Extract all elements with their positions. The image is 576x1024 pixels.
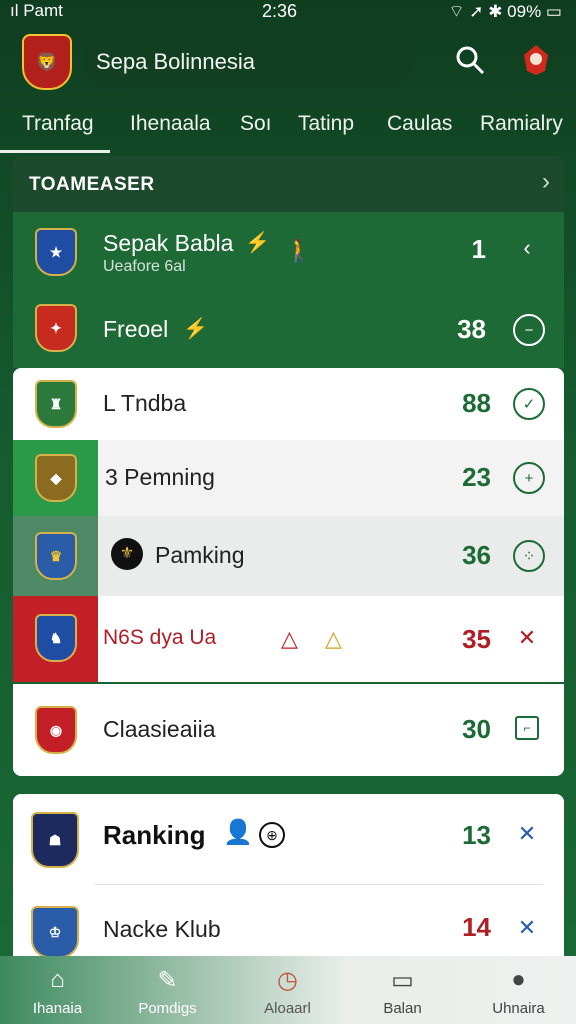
row-value: 88	[462, 388, 491, 418]
club-name: Pamking	[155, 542, 245, 568]
home-icon: ⌂	[50, 966, 65, 993]
nav-profile[interactable]: ● Uhnaira	[461, 956, 576, 1024]
club-name: N6S dya Ua	[103, 626, 217, 649]
nav-home[interactable]: ⌂ Ihanaia	[0, 956, 115, 1024]
search-bar[interactable]: Sepa Bolinnesia	[84, 36, 414, 88]
club-name: Freoel	[103, 316, 169, 342]
warning-icon: △	[325, 626, 342, 651]
club-crest-icon: ♞	[35, 614, 77, 662]
cross-icon[interactable]: ✕	[513, 914, 541, 942]
club-crest-icon: ♜	[35, 380, 77, 428]
nav-timer[interactable]: ◷ Aloaarl	[230, 956, 345, 1024]
row-value: 13	[462, 820, 491, 850]
nav-label: Pomdigs	[138, 1000, 197, 1017]
row-value: 1	[471, 234, 486, 264]
dots-circle-icon[interactable]: ⁘	[513, 540, 545, 572]
row-value: 30	[462, 714, 491, 744]
list-item[interactable]: ♞ N6S dya Ua △ △ 35 ✕	[13, 596, 564, 682]
lion-crest-icon[interactable]: 🦁	[22, 34, 72, 90]
chevron-right-icon[interactable]: ›	[542, 168, 550, 196]
battery-text: 09%	[507, 2, 542, 21]
bolt-icon: ⚡	[245, 232, 270, 254]
search-icon[interactable]	[448, 38, 492, 82]
club-name: Ranking	[103, 820, 206, 850]
cross-icon[interactable]: ✕	[513, 820, 541, 848]
nav-message[interactable]: ▭ Balan	[345, 956, 460, 1024]
profile-icon: ●	[511, 966, 526, 993]
club-name: L Tndba	[103, 390, 187, 416]
club-crest-icon: ♔	[31, 906, 79, 958]
list-item[interactable]: ★ Sepak Babla Ueafore 6al ⚡ 🚶 1 ‹	[13, 212, 564, 290]
row-value: 36	[462, 540, 491, 570]
row-value: 23	[462, 462, 491, 492]
club-name: 3 Pemning	[105, 464, 215, 490]
card: ☗ Ranking 👤 ⊕ 13 ✕ ♔ Nacke Klub 14 ✕	[13, 794, 564, 958]
bolt-icon: ⚡	[183, 318, 208, 340]
mascot-icon[interactable]	[514, 38, 558, 82]
nav-edit[interactable]: ✎ Pomdigs	[110, 956, 225, 1024]
tab-bar: Tranfag Ihenaala Soı Tatinp Caulas Ramia…	[0, 108, 576, 152]
nav-label: Uhnaira	[492, 1000, 545, 1017]
tab-2[interactable]: Ihenaala	[130, 112, 211, 136]
club-name: Sepak Babla	[103, 230, 234, 256]
row-value: 35	[462, 624, 491, 654]
tab-6[interactable]: Ramialry	[480, 112, 563, 136]
status-bar: ıl Pamt 2:36 ⌔ ➚ ✱ 09% ▭	[0, 0, 576, 24]
club-crest-icon: ✦	[35, 304, 77, 352]
divider	[95, 884, 543, 885]
check-circle-icon[interactable]: ✓	[513, 388, 545, 420]
timer-icon: ◷	[277, 967, 298, 994]
club-crest-icon: ◉	[35, 706, 77, 754]
list-item[interactable]: ✦ Freoel ⚡ 38 −	[13, 290, 564, 368]
square-icon[interactable]: ⌐	[515, 716, 539, 740]
nav-label: Ihanaia	[32, 1000, 83, 1017]
battery-indicator: ⌔ ➚ ✱ 09% ▭	[448, 2, 562, 21]
tab-1[interactable]: Tranfag	[22, 112, 94, 136]
signal-carrier: ıl Pamt	[10, 1, 63, 20]
ball-icon: ⊕	[259, 822, 285, 848]
player-icon: 🚶	[285, 238, 313, 263]
warning-icon: △	[281, 626, 298, 651]
player-avatar-icon: 👤	[223, 819, 253, 846]
list-item[interactable]: ◆ 3 Pemning 23 +	[13, 440, 564, 516]
list-item[interactable]: ♛ ⚜ Pamking 36 ⁘	[13, 516, 564, 596]
message-icon: ▭	[391, 967, 414, 994]
tab-3[interactable]: Soı	[240, 112, 272, 136]
club-crest-icon: ☗	[31, 812, 79, 868]
club-crest-icon: ★	[35, 228, 77, 276]
clock: 2:36	[262, 1, 298, 21]
club-name: Claasieaiia	[103, 716, 216, 742]
section-title: TOAMEASER	[29, 174, 155, 195]
back-arrow-icon[interactable]: ‹	[513, 234, 541, 262]
club-crest-icon: ♛	[35, 532, 77, 580]
bottom-navigation: ⌂ Ihanaia ✎ Pomdigs ◷ Aloaarl ▭ Balan ● …	[0, 956, 576, 1024]
nav-label: Aloaarl	[264, 1000, 311, 1017]
club-crest-icon: ◆	[35, 454, 77, 502]
club-logo-icon: ⚜	[111, 538, 143, 570]
nav-label: Balan	[383, 1000, 422, 1017]
section-header[interactable]: TOAMEASER ›	[13, 156, 564, 212]
edit-box-icon: ✎	[157, 967, 178, 994]
list-item[interactable]: ♜ L Tndba 88 ✓	[13, 368, 564, 440]
cross-icon[interactable]: ✕	[513, 624, 541, 652]
row-value: 38	[457, 314, 486, 344]
active-tab-indicator	[0, 150, 110, 153]
wifi-icon: ⌔ ➚ ✱	[448, 2, 508, 21]
row-value: 14	[462, 912, 491, 942]
tab-4[interactable]: Tatinp	[298, 112, 354, 136]
tab-5[interactable]: Caulas	[387, 112, 452, 136]
club-subtitle: Ueafore 6al	[103, 258, 186, 275]
app-title: Sepa Bolinnesia	[96, 49, 256, 74]
club-name: Nacke Klub	[103, 916, 221, 942]
minus-circle-icon[interactable]: −	[513, 314, 545, 346]
list-item[interactable]: ◉ Claasieaiia 30 ⌐	[13, 684, 564, 776]
plus-circle-icon[interactable]: +	[513, 462, 545, 494]
